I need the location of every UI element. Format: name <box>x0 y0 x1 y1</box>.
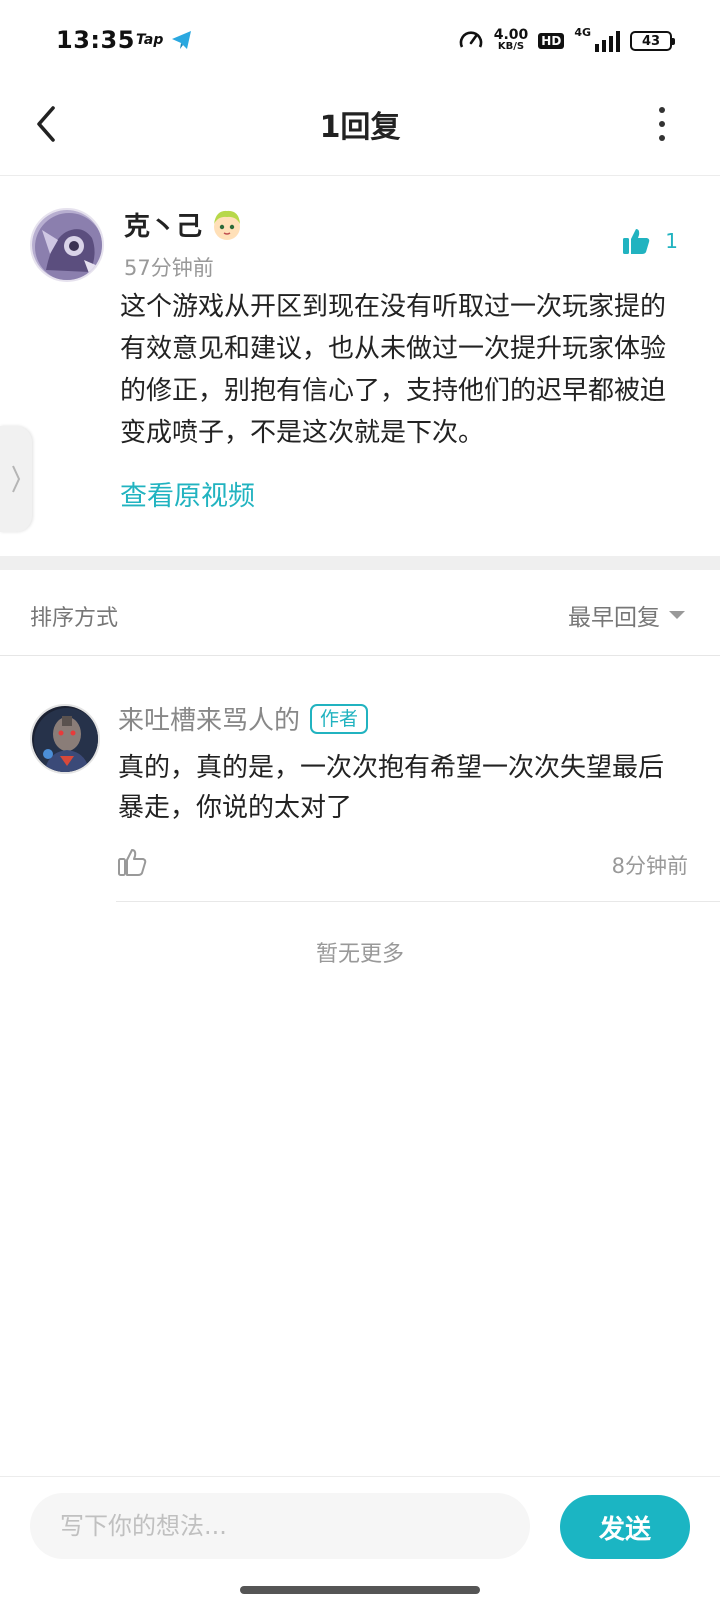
post-author[interactable]: 克丶己 <box>124 206 244 243</box>
more-vertical-icon <box>659 107 665 113</box>
like-count: 1 <box>665 229 678 253</box>
caret-down-icon <box>669 611 685 619</box>
network-type: 4G <box>574 26 591 39</box>
comment-input[interactable] <box>30 1493 530 1559</box>
post-timestamp: 57分钟前 <box>124 256 214 280</box>
side-drawer-handle[interactable] <box>0 426 32 532</box>
page-title: 1回复 <box>319 110 401 145</box>
comment-composer: 发送 <box>0 1476 720 1576</box>
network-speed: 4.00 KB/S <box>493 27 529 52</box>
battery-icon: 43 <box>630 31 675 51</box>
comment-text: 这个游戏从开区到现在没有听取过一次玩家提的有效意见和建议，也从未做过一次提升玩家… <box>120 292 667 448</box>
section-divider <box>0 556 720 570</box>
sort-selected-value: 最早回复 <box>568 605 660 631</box>
chevron-right-icon <box>12 465 21 493</box>
reply-item: 来吐槽来骂人的 作者 真的，真的是，一次次抱有希望一次次失望最后暴走，你说的太对… <box>0 656 720 902</box>
status-indicators: 4.00 KB/S HD 4G 43 <box>458 26 675 56</box>
end-of-list-text: 暂无更多 <box>315 942 404 967</box>
home-indicator[interactable] <box>240 1586 480 1594</box>
divider <box>116 901 720 902</box>
status-time: 13:35 <box>56 26 135 54</box>
author-badge: 作者 <box>310 703 369 734</box>
tap-app-icon: Tap <box>136 32 164 48</box>
reply-author: 来吐槽来骂人的 作者 <box>118 700 369 737</box>
view-original-video-link[interactable]: 查看原视频 <box>120 474 255 513</box>
thumbs-up-icon[interactable] <box>116 846 148 878</box>
sort-label: 排序方式 <box>30 606 119 631</box>
username[interactable]: 克丶己 <box>124 206 202 243</box>
reply-timestamp: 8分钟前 <box>611 854 688 878</box>
status-bar: 13:35 Tap 4.00 KB/S HD 4G 43 <box>0 0 720 84</box>
thumbs-up-icon <box>623 229 650 254</box>
avatar[interactable] <box>30 208 104 282</box>
like-button[interactable]: 1 <box>621 226 678 256</box>
battery-level: 43 <box>641 33 661 49</box>
signal-icon <box>595 30 620 52</box>
username[interactable]: 来吐槽来骂人的 <box>118 700 300 737</box>
user-badge-icon <box>214 210 241 240</box>
sort-dropdown[interactable]: 最早回复 <box>568 598 686 632</box>
avatar[interactable] <box>30 704 100 774</box>
top-app-bar: 1回复 <box>0 84 720 176</box>
reply-text: 真的，真的是，一次次抱有希望一次次失望最后暴走，你说的太对了 <box>118 753 665 823</box>
main-comment: 克丶己 57分钟前 1 这个游戏从开区到现在没有听取过一次玩家提的有效意见和建议… <box>0 176 720 556</box>
more-options-button[interactable] <box>650 104 674 144</box>
send-button[interactable]: 发送 <box>560 1495 690 1559</box>
sort-bar: 排序方式 最早回复 <box>0 570 720 656</box>
hd-badge: HD <box>538 33 565 49</box>
speedometer-icon <box>459 31 483 48</box>
telegram-icon <box>172 31 191 49</box>
